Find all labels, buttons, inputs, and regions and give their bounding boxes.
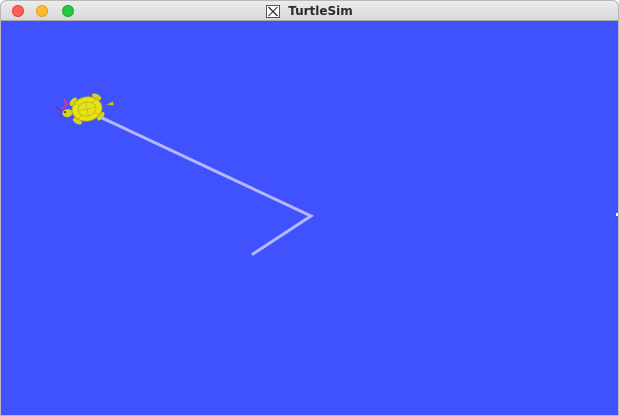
turtlesim-window: TurtleSim [0,0,619,416]
x11-icon [266,4,281,18]
window-title: TurtleSim [288,4,353,18]
minimize-button[interactable] [36,5,48,17]
close-button[interactable] [12,5,24,17]
title-bar[interactable]: TurtleSim [1,1,618,21]
title-group: TurtleSim [1,1,618,21]
turtle-icon [62,93,114,125]
pen-trail [96,114,315,256]
turtle-canvas[interactable] [1,21,619,416]
window-edge-mark [616,213,618,216]
zoom-button[interactable] [62,5,74,17]
